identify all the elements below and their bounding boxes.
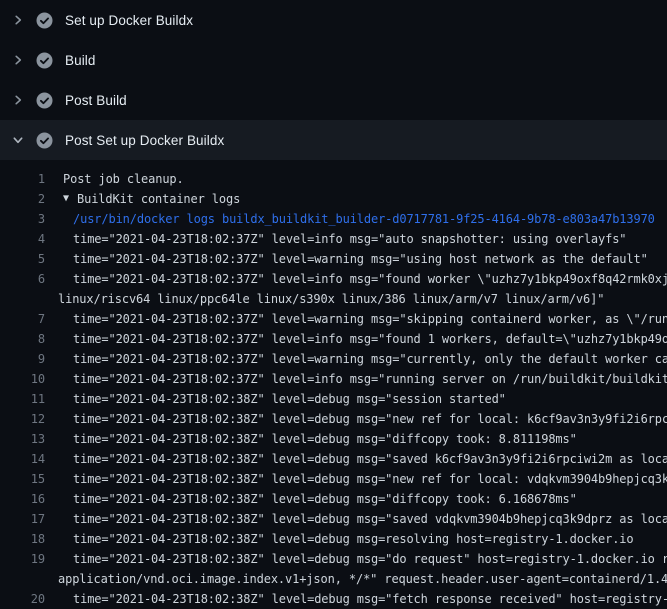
log-line-number[interactable]: 7 <box>0 309 45 329</box>
log-text: Post job cleanup. <box>63 169 184 189</box>
log-row-19: 19 time="2021-04-23T18:02:38Z" level=debu… <box>0 549 667 569</box>
log-text: time="2021-04-23T18:02:38Z" level=debug … <box>73 429 577 449</box>
log-row-12: 12 time="2021-04-23T18:02:38Z" level=debu… <box>0 409 667 429</box>
log-row-14: 14 time="2021-04-23T18:02:38Z" level=debu… <box>0 449 667 469</box>
check-circle-icon <box>36 52 53 69</box>
log-container: 1 Post job cleanup. 2 ▼ BuildKit container l… <box>0 160 667 609</box>
log-line-number[interactable]: 2 <box>0 189 45 209</box>
log-text: time="2021-04-23T18:02:38Z" level=debug … <box>73 589 667 609</box>
log-text: linux/riscv64 linux/ppc64le linux/s390x … <box>58 289 604 309</box>
log-row-10: 10 time="2021-04-23T18:02:37Z" level=info… <box>0 369 667 389</box>
log-line-number[interactable]: 18 <box>0 529 45 549</box>
log-text: time="2021-04-23T18:02:38Z" level=debug … <box>73 489 577 509</box>
steps-list: Set up Docker Buildx Build Post Build Post … <box>0 0 667 160</box>
log-text: time="2021-04-23T18:02:38Z" level=debug … <box>73 549 667 569</box>
log-line-number[interactable]: 3 <box>0 209 45 229</box>
step-header-build[interactable]: Build <box>0 40 667 80</box>
log-text: time="2021-04-23T18:02:38Z" level=debug … <box>73 469 667 489</box>
log-line-number[interactable]: 19 <box>0 549 45 569</box>
log-row-continuation: linux/riscv64 linux/ppc64le linux/s390x … <box>0 289 667 309</box>
log-text: time="2021-04-23T18:02:37Z" level=warnin… <box>73 309 667 329</box>
log-line-number[interactable]: 9 <box>0 349 45 369</box>
log-line-number[interactable]: 10 <box>0 369 45 389</box>
log-text: time="2021-04-23T18:02:38Z" level=debug … <box>73 389 506 409</box>
log-command-text: /usr/bin/docker logs buildx_buildkit_bui… <box>73 209 655 229</box>
log-line-number[interactable]: 8 <box>0 329 45 349</box>
log-text: time="2021-04-23T18:02:38Z" level=debug … <box>73 449 667 469</box>
log-row-8: 8 time="2021-04-23T18:02:37Z" level=info … <box>0 329 667 349</box>
log-text: time="2021-04-23T18:02:38Z" level=debug … <box>73 529 633 549</box>
chevron-down-icon <box>12 134 24 146</box>
log-row-16: 16 time="2021-04-23T18:02:38Z" level=debu… <box>0 489 667 509</box>
log-row-4: 4 time="2021-04-23T18:02:37Z" level=info … <box>0 229 667 249</box>
log-line-number[interactable]: 13 <box>0 429 45 449</box>
step-label: Build <box>65 53 96 68</box>
log-row-20: 20 time="2021-04-23T18:02:38Z" level=debu… <box>0 589 667 609</box>
log-text: time="2021-04-23T18:02:37Z" level=warnin… <box>73 249 648 269</box>
check-circle-icon <box>36 132 53 149</box>
log-row-6: 6 time="2021-04-23T18:02:37Z" level=info … <box>0 269 667 289</box>
step-label: Post Build <box>65 93 127 108</box>
log-line-number[interactable]: 12 <box>0 409 45 429</box>
log-line-number[interactable]: 20 <box>0 589 45 609</box>
log-row-11: 11 time="2021-04-23T18:02:38Z" level=debu… <box>0 389 667 409</box>
log-line-number[interactable]: 4 <box>0 229 45 249</box>
log-row-17: 17 time="2021-04-23T18:02:38Z" level=debu… <box>0 509 667 529</box>
log-line-number[interactable]: 6 <box>0 269 45 289</box>
check-circle-icon <box>36 12 53 29</box>
log-text: time="2021-04-23T18:02:37Z" level=warnin… <box>73 349 667 369</box>
log-row-9: 9 time="2021-04-23T18:02:37Z" level=warni… <box>0 349 667 369</box>
check-circle-icon <box>36 92 53 109</box>
log-row-1: 1 Post job cleanup. <box>0 169 667 189</box>
log-row-5: 5 time="2021-04-23T18:02:37Z" level=warni… <box>0 249 667 269</box>
log-line-number[interactable]: 15 <box>0 469 45 489</box>
log-text: time="2021-04-23T18:02:37Z" level=info m… <box>73 229 626 249</box>
log-line-number[interactable]: 17 <box>0 509 45 529</box>
log-text: time="2021-04-23T18:02:37Z" level=info m… <box>73 269 667 289</box>
step-header-set-up-docker-buildx[interactable]: Set up Docker Buildx <box>0 0 667 40</box>
log-line-number[interactable]: 14 <box>0 449 45 469</box>
step-label: Post Set up Docker Buildx <box>65 133 224 148</box>
log-text: time="2021-04-23T18:02:38Z" level=debug … <box>73 409 667 429</box>
log-row-15: 15 time="2021-04-23T18:02:38Z" level=debu… <box>0 469 667 489</box>
log-row-3: 3/usr/bin/docker logs buildx_buildkit_bu… <box>0 209 667 229</box>
chevron-right-icon <box>12 94 24 106</box>
log-line-number[interactable]: 5 <box>0 249 45 269</box>
log-line-number[interactable]: 16 <box>0 489 45 509</box>
log-text: application/vnd.oci.image.index.v1+json,… <box>58 569 667 589</box>
chevron-right-icon <box>12 14 24 26</box>
log-line-number[interactable]: 1 <box>0 169 45 189</box>
step-label: Set up Docker Buildx <box>65 13 193 28</box>
log-text: time="2021-04-23T18:02:37Z" level=info m… <box>73 369 667 389</box>
log-text: time="2021-04-23T18:02:37Z" level=info m… <box>73 329 667 349</box>
log-row-18: 18 time="2021-04-23T18:02:38Z" level=debu… <box>0 529 667 549</box>
step-header-post-set-up-docker-buildx[interactable]: Post Set up Docker Buildx <box>0 120 667 160</box>
chevron-right-icon <box>12 54 24 66</box>
log-group-toggle-icon[interactable]: ▼ <box>63 189 69 209</box>
log-group-title[interactable]: BuildKit container logs <box>77 189 240 209</box>
log-row-continuation: application/vnd.oci.image.index.v1+json,… <box>0 569 667 589</box>
log-line-number[interactable]: 11 <box>0 389 45 409</box>
step-header-post-build[interactable]: Post Build <box>0 80 667 120</box>
log-row-2: 2 ▼ BuildKit container logs <box>0 189 667 209</box>
log-row-7: 7 time="2021-04-23T18:02:37Z" level=warni… <box>0 309 667 329</box>
log-text: time="2021-04-23T18:02:38Z" level=debug … <box>73 509 667 529</box>
log-row-13: 13 time="2021-04-23T18:02:38Z" level=debu… <box>0 429 667 449</box>
